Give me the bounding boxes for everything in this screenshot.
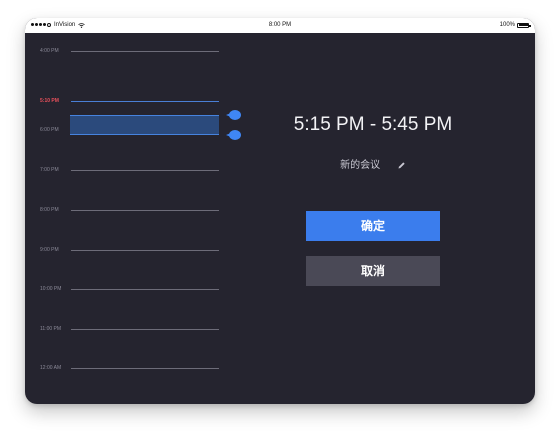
meeting-name: 新的会议 [340,160,381,171]
status-clock: 8:00 PM [268,22,292,28]
hour-label: 4:00 PM [40,48,59,54]
hour-row: 11:00 PM [25,324,255,334]
confirm-button[interactable]: 确定 [306,211,440,241]
hour-line [71,170,219,171]
current-time-line [71,101,219,102]
hour-row: 9:00 PM [25,245,255,255]
hour-line [71,329,219,330]
battery-status: 100% [499,22,531,28]
hour-line [71,51,219,52]
hour-label: 8:00 PM [40,207,59,213]
pencil-icon[interactable] [397,161,406,170]
event-time-range: 5:15 PM - 5:45 PM [293,114,453,135]
hour-label: 7:00 PM [40,167,59,173]
cancel-button[interactable]: 取消 [306,256,440,286]
hour-row: 10:00 PM [25,284,255,294]
selection-start-handle[interactable] [226,110,241,120]
selected-time-block[interactable] [70,115,219,135]
hour-line [71,368,219,369]
hour-label: 6:00 PM [40,127,59,133]
hour-line [71,289,219,290]
meeting-name-row: 新的会议 [255,156,491,171]
hour-row: 4:00 PM [25,46,255,56]
selection-end-handle[interactable] [226,130,241,140]
current-time-row: 5:10 PM [25,96,255,106]
hour-label: 11:00 PM [40,326,62,332]
hour-label: 10:00 PM [40,286,62,292]
day-timeline[interactable]: 4:00 PM 5:10 PM 6:00 PM 7:00 PM 8:00 PM 9:00 … [25,33,255,404]
hour-label: 12:00 AM [40,365,62,371]
current-time-label: 5:10 PM [40,98,59,104]
battery-icon [517,22,531,28]
status-bar: InVision 8:00 PM 100% [25,18,535,33]
hour-row: 12:00 AM [25,363,255,373]
hour-line [71,210,219,211]
device-screen: InVision 8:00 PM 100% 4:00 PM 5:10 PM 6:00… [25,18,535,404]
hour-row: 7:00 PM [25,165,255,175]
battery-percent: 100% [499,22,515,28]
hour-line [71,250,219,251]
hour-label: 9:00 PM [40,247,59,253]
hour-row: 8:00 PM [25,205,255,215]
